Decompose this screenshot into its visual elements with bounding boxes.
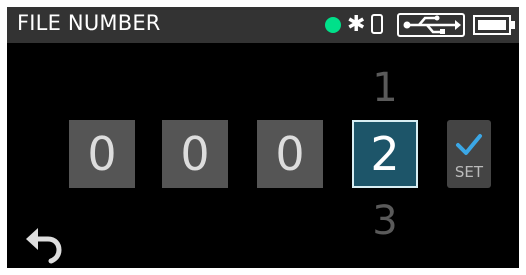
phone-icon [371, 14, 383, 34]
set-button-label: SET [454, 163, 484, 181]
digit-3[interactable]: 0 [257, 120, 323, 188]
set-button[interactable]: SET [447, 120, 491, 188]
title-bar: FILE NUMBER ✱ [7, 7, 519, 43]
page-title: FILE NUMBER [17, 11, 161, 35]
previous-value-label: 1 [372, 65, 398, 111]
device-screen: FILE NUMBER ✱ 1 0 0 0 2 3 SET [7, 7, 519, 268]
back-arrow-icon[interactable] [24, 222, 66, 264]
connection-dot-icon [325, 17, 341, 33]
bluetooth-icon: ✱ [347, 12, 366, 37]
digit-4-selected[interactable]: 2 [352, 120, 418, 188]
digit-1[interactable]: 0 [69, 120, 135, 188]
checkmark-icon [456, 134, 482, 155]
battery-icon [473, 15, 515, 35]
digit-2[interactable]: 0 [162, 120, 228, 188]
usb-icon [397, 13, 465, 37]
next-value-label: 3 [372, 198, 398, 244]
